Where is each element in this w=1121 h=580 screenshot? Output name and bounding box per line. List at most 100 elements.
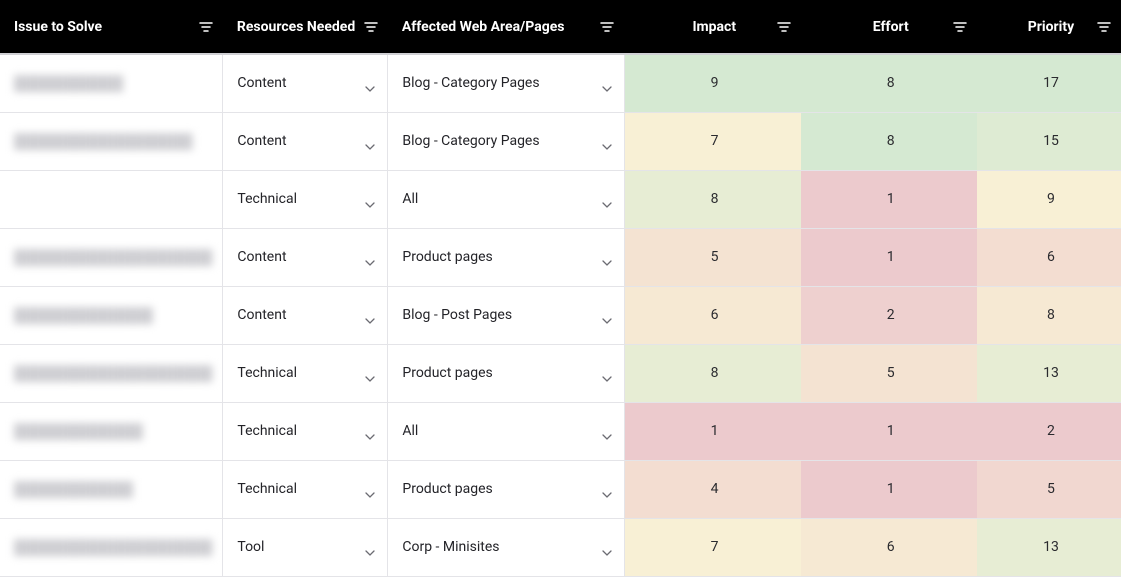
cell-effort[interactable]: 1	[801, 402, 977, 460]
table-row: ████████████████████TechnicalProduct pag…	[0, 344, 1121, 402]
priority-value: 6	[1047, 249, 1055, 265]
cell-issue[interactable]: ████████████	[0, 460, 223, 518]
cell-area[interactable]: Product pages	[388, 460, 624, 518]
header-area[interactable]: Affected Web Area/Pages	[388, 0, 624, 54]
cell-impact[interactable]: 8	[624, 344, 801, 402]
cell-area[interactable]: Corp - Minisites	[388, 518, 624, 576]
dropdown-caret-icon[interactable]	[602, 254, 612, 260]
header-resources[interactable]: Resources Needed	[223, 0, 388, 54]
cell-issue[interactable]: ████████████████████	[0, 518, 223, 576]
cell-area[interactable]: Blog - Category Pages	[388, 112, 624, 170]
cell-effort[interactable]: 6	[801, 518, 977, 576]
dropdown-caret-icon[interactable]	[602, 428, 612, 434]
dropdown-caret-icon[interactable]	[365, 254, 375, 260]
cell-priority[interactable]: 5	[977, 460, 1121, 518]
effort-value: 5	[887, 365, 895, 381]
cell-priority[interactable]: 17	[977, 54, 1121, 112]
dropdown-caret-icon[interactable]	[365, 196, 375, 202]
impact-value: 7	[711, 133, 719, 149]
cell-issue[interactable]: ███████████	[0, 54, 223, 112]
table-row: ████████████████████ContentProduct pages…	[0, 228, 1121, 286]
cell-impact[interactable]: 5	[624, 228, 801, 286]
cell-impact[interactable]: 9	[624, 54, 801, 112]
dropdown-caret-icon[interactable]	[365, 544, 375, 550]
cell-effort[interactable]: 1	[801, 460, 977, 518]
dropdown-caret-icon[interactable]	[365, 80, 375, 86]
dropdown-caret-icon[interactable]	[365, 428, 375, 434]
cell-area[interactable]: All	[388, 170, 624, 228]
cell-impact[interactable]: 1	[624, 402, 801, 460]
cell-impact[interactable]: 6	[624, 286, 801, 344]
dropdown-caret-icon[interactable]	[602, 196, 612, 202]
cell-priority[interactable]: 8	[977, 286, 1121, 344]
cell-effort[interactable]: 8	[801, 112, 977, 170]
cell-priority[interactable]: 2	[977, 402, 1121, 460]
dropdown-caret-icon[interactable]	[602, 486, 612, 492]
cell-area[interactable]: Blog - Category Pages	[388, 54, 624, 112]
cell-resource[interactable]: Technical	[223, 460, 388, 518]
effort-value: 1	[887, 423, 895, 439]
priority-value: 13	[1043, 539, 1059, 555]
header-issue[interactable]: Issue to Solve	[0, 0, 223, 54]
cell-resource[interactable]: Technical	[223, 344, 388, 402]
dropdown-caret-icon[interactable]	[602, 312, 612, 318]
filter-icon[interactable]	[364, 20, 378, 34]
cell-resource[interactable]: Content	[223, 228, 388, 286]
cell-priority[interactable]: 13	[977, 344, 1121, 402]
cell-issue[interactable]: ██████████████████	[0, 112, 223, 170]
cell-resource[interactable]: Technical	[223, 402, 388, 460]
cell-priority[interactable]: 15	[977, 112, 1121, 170]
cell-issue[interactable]	[0, 170, 223, 228]
filter-icon[interactable]	[1097, 20, 1111, 34]
cell-resource[interactable]: Content	[223, 54, 388, 112]
resource-value: Tool	[237, 539, 264, 555]
area-value: Blog - Category Pages	[402, 133, 539, 149]
header-impact[interactable]: Impact	[624, 0, 801, 54]
dropdown-caret-icon[interactable]	[602, 544, 612, 550]
cell-effort[interactable]: 5	[801, 344, 977, 402]
dropdown-caret-icon[interactable]	[365, 486, 375, 492]
cell-issue[interactable]: ████████████████████	[0, 228, 223, 286]
cell-issue[interactable]: ████████████████████	[0, 344, 223, 402]
filter-icon[interactable]	[199, 20, 213, 34]
header-priority-label: Priority	[1028, 19, 1074, 35]
cell-resource[interactable]: Content	[223, 286, 388, 344]
cell-resource[interactable]: Tool	[223, 518, 388, 576]
dropdown-caret-icon[interactable]	[602, 80, 612, 86]
cell-impact[interactable]: 8	[624, 170, 801, 228]
cell-impact[interactable]: 7	[624, 518, 801, 576]
cell-area[interactable]: Blog - Post Pages	[388, 286, 624, 344]
filter-icon[interactable]	[953, 20, 967, 34]
cell-impact[interactable]: 7	[624, 112, 801, 170]
header-impact-label: Impact	[692, 19, 736, 35]
header-priority[interactable]: Priority	[977, 0, 1121, 54]
dropdown-caret-icon[interactable]	[365, 138, 375, 144]
cell-area[interactable]: Product pages	[388, 344, 624, 402]
cell-effort[interactable]: 1	[801, 170, 977, 228]
cell-resource[interactable]: Content	[223, 112, 388, 170]
effort-value: 6	[887, 539, 895, 555]
dropdown-caret-icon[interactable]	[602, 370, 612, 376]
dropdown-caret-icon[interactable]	[602, 138, 612, 144]
cell-priority[interactable]: 13	[977, 518, 1121, 576]
cell-impact[interactable]: 4	[624, 460, 801, 518]
cell-priority[interactable]: 6	[977, 228, 1121, 286]
cell-resource[interactable]: Technical	[223, 170, 388, 228]
cell-effort[interactable]: 8	[801, 54, 977, 112]
table-row: ██████████████Content Blog - Post Pages 62…	[0, 286, 1121, 344]
dropdown-caret-icon[interactable]	[365, 312, 375, 318]
impact-value: 7	[711, 539, 719, 555]
cell-issue[interactable]: █████████████	[0, 402, 223, 460]
table-row: ████████████████████ Tool Corp - Minisites…	[0, 518, 1121, 576]
header-effort[interactable]: Effort	[801, 0, 977, 54]
dropdown-caret-icon[interactable]	[365, 370, 375, 376]
cell-effort[interactable]: 2	[801, 286, 977, 344]
cell-effort[interactable]: 1	[801, 228, 977, 286]
cell-area[interactable]: Product pages	[388, 228, 624, 286]
cell-priority[interactable]: 9	[977, 170, 1121, 228]
cell-issue[interactable]: ██████████████	[0, 286, 223, 344]
area-value: Blog - Post Pages	[402, 307, 512, 323]
filter-icon[interactable]	[777, 20, 791, 34]
cell-area[interactable]: All	[388, 402, 624, 460]
filter-icon[interactable]	[600, 20, 614, 34]
